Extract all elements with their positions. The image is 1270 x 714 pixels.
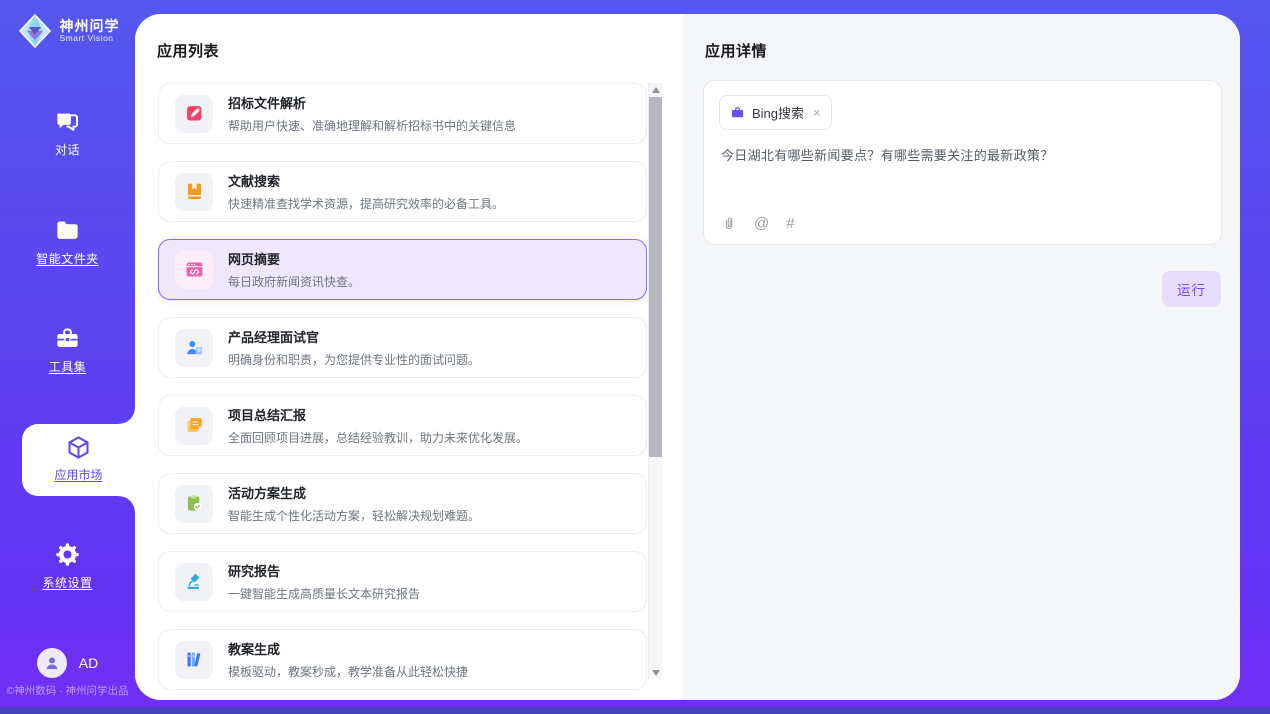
- app-name: 研究报告: [228, 561, 420, 580]
- interviewer-icon: [175, 329, 213, 367]
- sidebar-item-settings[interactable]: 系统设置: [0, 541, 135, 592]
- sidebar-item-label: 系统设置: [42, 576, 92, 590]
- app-name: 文献搜索: [228, 171, 504, 190]
- app-name: 项目总结汇报: [228, 405, 528, 424]
- browser-code-icon: [175, 251, 213, 289]
- book-icon: [175, 173, 213, 211]
- mention-icon[interactable]: @: [754, 215, 769, 232]
- sidebar-item-app-market[interactable]: 应用市场: [22, 424, 135, 496]
- sticky-notes-icon: [175, 407, 213, 445]
- app-description: 一键智能生成高质量长文本研究报告: [228, 585, 420, 602]
- toolbox-icon: [54, 325, 81, 352]
- app-description: 智能生成个性化活动方案，轻松解决规划难题。: [228, 507, 480, 524]
- app-card-research-report[interactable]: 研究报告 一键智能生成高质量长文本研究报告: [158, 551, 647, 612]
- app-card-list: 招标文件解析 帮助用户快速、准确地理解和解析招标书中的关键信息 文献搜索: [158, 83, 647, 700]
- app-description: 每日政府新闻资讯快查。: [228, 273, 360, 290]
- app-description: 全面回顾项目进展，总结经验教训，助力未来优化发展。: [228, 429, 528, 446]
- app-description: 模板驱动，教案秒成，教学准备从此轻松快捷: [228, 663, 468, 680]
- copyright-footer: ©神州数码 · 神州问学出品: [0, 683, 135, 698]
- brand-name: 神州问学: [60, 19, 120, 34]
- run-button[interactable]: 运行: [1162, 271, 1221, 307]
- app-list-scrollbar[interactable]: [648, 83, 662, 679]
- paperclip-icon[interactable]: [721, 216, 737, 232]
- sidebar-item-label: 工具集: [49, 360, 87, 374]
- microscope-icon: [175, 563, 213, 601]
- cube-icon: [65, 434, 92, 461]
- app-description: 明确身份和职责，为您提供专业性的面试问题。: [228, 351, 480, 368]
- app-name: 招标文件解析: [228, 93, 516, 112]
- app-list-title: 应用列表: [157, 40, 219, 61]
- app-card-event-plan-generator[interactable]: 活动方案生成 智能生成个性化活动方案，轻松解决规划难题。: [158, 473, 647, 534]
- sidebar-item-chat[interactable]: 对话: [0, 108, 135, 159]
- app-name: 教案生成: [228, 639, 468, 658]
- sidebar-item-toolset[interactable]: 工具集: [0, 325, 135, 376]
- app-name: 网页摘要: [228, 249, 360, 268]
- app-detail-pane: 应用详情 Bing搜索 × 今日湖北有哪些新闻要点？有哪些需要关注的最新政策？ …: [683, 14, 1240, 700]
- main-content: 应用列表 招标文件解析 帮助用户快速、准确地理解和解析招标书中的关键信息: [135, 14, 1240, 700]
- window-bottom-edge: [0, 707, 1270, 714]
- app-name: 活动方案生成: [228, 483, 480, 502]
- books-icon: [175, 641, 213, 679]
- sidebar-item-label: 对话: [55, 143, 80, 157]
- app-description: 快速精准查找学术资源，提高研究效率的必备工具。: [228, 195, 504, 212]
- clipboard-check-icon: [175, 485, 213, 523]
- app-detail-title: 应用详情: [705, 40, 767, 61]
- close-icon[interactable]: ×: [813, 106, 821, 119]
- app-card-pm-interviewer[interactable]: 产品经理面试官 明确身份和职责，为您提供专业性的面试问题。: [158, 317, 647, 378]
- query-text[interactable]: 今日湖北有哪些新闻要点？有哪些需要关注的最新政策？: [721, 145, 1205, 164]
- tool-tag-bing-search[interactable]: Bing搜索 ×: [719, 95, 832, 130]
- app-list-pane: 应用列表 招标文件解析 帮助用户快速、准确地理解和解析招标书中的关键信息: [135, 14, 683, 700]
- app-description: 帮助用户快速、准确地理解和解析招标书中的关键信息: [228, 117, 516, 134]
- app-name: 产品经理面试官: [228, 327, 480, 346]
- scrollbar-thumb[interactable]: [649, 97, 662, 457]
- app-card-project-summary-report[interactable]: 项目总结汇报 全面回顾项目进展，总结经验教训，助力未来优化发展。: [158, 395, 647, 456]
- person-icon: [43, 654, 61, 672]
- scroll-up-icon[interactable]: [649, 83, 662, 96]
- sidebar-item-smart-folders[interactable]: 智能文件夹: [0, 217, 135, 268]
- app-card-web-summary[interactable]: 网页摘要 每日政府新闻资讯快查。: [158, 239, 647, 300]
- gem-logo-icon: [16, 12, 54, 50]
- sidebar-item-label: 应用市场: [54, 468, 102, 482]
- document-edit-icon: [175, 95, 213, 133]
- gear-icon: [54, 541, 81, 568]
- briefcase-icon: [730, 105, 745, 120]
- input-toolbar: @ #: [721, 215, 795, 232]
- prompt-card[interactable]: Bing搜索 × 今日湖北有哪些新闻要点？有哪些需要关注的最新政策？ @ #: [703, 80, 1222, 245]
- app-window: 神州问学 Smart Vision 对话 智能文件夹: [0, 0, 1270, 714]
- app-card-lesson-plan-generator[interactable]: 教案生成 模板驱动，教案秒成，教学准备从此轻松快捷: [158, 629, 647, 690]
- avatar: [37, 648, 67, 678]
- brand-logo: 神州问学 Smart Vision: [0, 12, 135, 50]
- user-initials: AD: [79, 655, 98, 671]
- app-card-bid-document-analysis[interactable]: 招标文件解析 帮助用户快速、准确地理解和解析招标书中的关键信息: [158, 83, 647, 144]
- chat-icon: [54, 108, 81, 135]
- hash-icon[interactable]: #: [786, 215, 794, 232]
- app-card-literature-search[interactable]: 文献搜索 快速精准查找学术资源，提高研究效率的必备工具。: [158, 161, 647, 222]
- tool-tag-label: Bing搜索: [752, 103, 804, 122]
- brand-subtitle: Smart Vision: [60, 34, 120, 43]
- user-account[interactable]: AD: [0, 648, 135, 678]
- sidebar-item-label: 智能文件夹: [36, 252, 99, 266]
- folder-icon: [54, 217, 81, 244]
- sidebar: 神州问学 Smart Vision 对话 智能文件夹: [0, 0, 135, 714]
- scroll-down-icon[interactable]: [649, 666, 662, 679]
